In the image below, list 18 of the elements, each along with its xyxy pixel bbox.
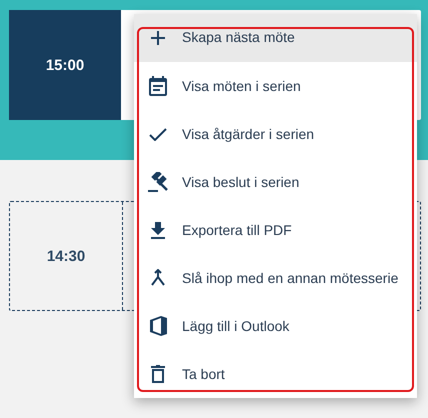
- menu-item[interactable]: Exportera till PDF: [134, 206, 417, 254]
- menu-item[interactable]: Visa beslut i serien: [134, 158, 417, 206]
- merge-icon: [151, 269, 165, 287]
- meeting-time: 15:00: [9, 10, 121, 120]
- trash-icon: [151, 365, 165, 383]
- menu-item[interactable]: Lägg till i Outlook: [134, 302, 417, 350]
- plus-icon: [151, 31, 165, 45]
- download-icon: [151, 222, 165, 238]
- menu-item[interactable]: Visa åtgärder i serien: [134, 110, 417, 158]
- menu-item[interactable]: Skapa nästa möte: [134, 14, 417, 62]
- gavel-icon: [148, 172, 168, 192]
- menu-item[interactable]: Visa möten i serien: [134, 62, 417, 110]
- calendar-icon: [149, 76, 167, 96]
- menu-item[interactable]: Ta bort: [134, 350, 417, 398]
- meeting-time: 14:30: [10, 202, 123, 310]
- office-icon: [150, 316, 166, 336]
- menu-item[interactable]: Slå ihop med en annan mötesserie: [134, 254, 417, 302]
- check-icon: [149, 128, 167, 140]
